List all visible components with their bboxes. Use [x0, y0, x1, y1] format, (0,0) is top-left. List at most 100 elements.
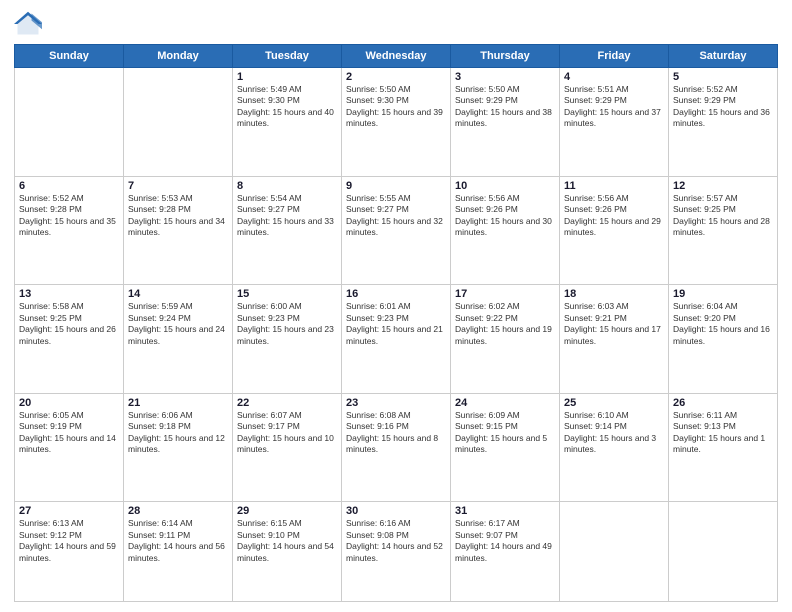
calendar-cell: 5Sunrise: 5:52 AMSunset: 9:29 PMDaylight…	[669, 68, 778, 177]
day-number: 23	[346, 397, 446, 409]
calendar-cell: 15Sunrise: 6:00 AMSunset: 9:23 PMDayligh…	[233, 285, 342, 394]
day-info: Sunrise: 5:49 AMSunset: 9:30 PMDaylight:…	[237, 84, 337, 130]
day-of-week-header: Friday	[560, 45, 669, 68]
calendar-week-row: 13Sunrise: 5:58 AMSunset: 9:25 PMDayligh…	[15, 285, 778, 394]
calendar-cell: 4Sunrise: 5:51 AMSunset: 9:29 PMDaylight…	[560, 68, 669, 177]
day-info: Sunrise: 5:56 AMSunset: 9:26 PMDaylight:…	[455, 193, 555, 239]
day-info: Sunrise: 5:57 AMSunset: 9:25 PMDaylight:…	[673, 193, 773, 239]
logo-icon	[14, 10, 42, 38]
day-info: Sunrise: 6:15 AMSunset: 9:10 PMDaylight:…	[237, 518, 337, 564]
day-info: Sunrise: 6:02 AMSunset: 9:22 PMDaylight:…	[455, 301, 555, 347]
day-info: Sunrise: 6:06 AMSunset: 9:18 PMDaylight:…	[128, 410, 228, 456]
calendar-cell: 31Sunrise: 6:17 AMSunset: 9:07 PMDayligh…	[451, 502, 560, 602]
day-number: 27	[19, 505, 119, 517]
calendar-cell: 14Sunrise: 5:59 AMSunset: 9:24 PMDayligh…	[124, 285, 233, 394]
day-info: Sunrise: 5:52 AMSunset: 9:28 PMDaylight:…	[19, 193, 119, 239]
calendar-cell: 18Sunrise: 6:03 AMSunset: 9:21 PMDayligh…	[560, 285, 669, 394]
day-number: 20	[19, 397, 119, 409]
calendar-cell	[124, 68, 233, 177]
calendar-cell: 11Sunrise: 5:56 AMSunset: 9:26 PMDayligh…	[560, 176, 669, 285]
day-info: Sunrise: 5:50 AMSunset: 9:29 PMDaylight:…	[455, 84, 555, 130]
day-of-week-header: Saturday	[669, 45, 778, 68]
calendar-cell: 21Sunrise: 6:06 AMSunset: 9:18 PMDayligh…	[124, 393, 233, 502]
calendar-cell: 7Sunrise: 5:53 AMSunset: 9:28 PMDaylight…	[124, 176, 233, 285]
day-number: 29	[237, 505, 337, 517]
day-info: Sunrise: 5:50 AMSunset: 9:30 PMDaylight:…	[346, 84, 446, 130]
day-number: 19	[673, 288, 773, 300]
day-info: Sunrise: 5:54 AMSunset: 9:27 PMDaylight:…	[237, 193, 337, 239]
day-number: 26	[673, 397, 773, 409]
day-number: 17	[455, 288, 555, 300]
day-number: 18	[564, 288, 664, 300]
day-info: Sunrise: 5:55 AMSunset: 9:27 PMDaylight:…	[346, 193, 446, 239]
day-number: 30	[346, 505, 446, 517]
calendar-cell: 20Sunrise: 6:05 AMSunset: 9:19 PMDayligh…	[15, 393, 124, 502]
day-number: 6	[19, 180, 119, 192]
day-number: 12	[673, 180, 773, 192]
day-number: 21	[128, 397, 228, 409]
calendar-week-row: 27Sunrise: 6:13 AMSunset: 9:12 PMDayligh…	[15, 502, 778, 602]
calendar-cell: 26Sunrise: 6:11 AMSunset: 9:13 PMDayligh…	[669, 393, 778, 502]
day-number: 5	[673, 71, 773, 83]
calendar-cell: 22Sunrise: 6:07 AMSunset: 9:17 PMDayligh…	[233, 393, 342, 502]
day-info: Sunrise: 5:51 AMSunset: 9:29 PMDaylight:…	[564, 84, 664, 130]
day-number: 3	[455, 71, 555, 83]
day-info: Sunrise: 6:08 AMSunset: 9:16 PMDaylight:…	[346, 410, 446, 456]
day-info: Sunrise: 6:01 AMSunset: 9:23 PMDaylight:…	[346, 301, 446, 347]
calendar-cell: 8Sunrise: 5:54 AMSunset: 9:27 PMDaylight…	[233, 176, 342, 285]
day-number: 14	[128, 288, 228, 300]
calendar-cell	[15, 68, 124, 177]
day-info: Sunrise: 5:53 AMSunset: 9:28 PMDaylight:…	[128, 193, 228, 239]
calendar-cell: 6Sunrise: 5:52 AMSunset: 9:28 PMDaylight…	[15, 176, 124, 285]
day-info: Sunrise: 5:58 AMSunset: 9:25 PMDaylight:…	[19, 301, 119, 347]
calendar-cell: 12Sunrise: 5:57 AMSunset: 9:25 PMDayligh…	[669, 176, 778, 285]
logo	[14, 10, 46, 38]
day-number: 11	[564, 180, 664, 192]
calendar-cell: 24Sunrise: 6:09 AMSunset: 9:15 PMDayligh…	[451, 393, 560, 502]
day-info: Sunrise: 5:56 AMSunset: 9:26 PMDaylight:…	[564, 193, 664, 239]
calendar-cell: 29Sunrise: 6:15 AMSunset: 9:10 PMDayligh…	[233, 502, 342, 602]
day-number: 7	[128, 180, 228, 192]
day-info: Sunrise: 5:52 AMSunset: 9:29 PMDaylight:…	[673, 84, 773, 130]
day-info: Sunrise: 6:10 AMSunset: 9:14 PMDaylight:…	[564, 410, 664, 456]
calendar-week-row: 6Sunrise: 5:52 AMSunset: 9:28 PMDaylight…	[15, 176, 778, 285]
day-info: Sunrise: 6:14 AMSunset: 9:11 PMDaylight:…	[128, 518, 228, 564]
calendar-cell	[560, 502, 669, 602]
calendar-cell: 3Sunrise: 5:50 AMSunset: 9:29 PMDaylight…	[451, 68, 560, 177]
day-info: Sunrise: 6:09 AMSunset: 9:15 PMDaylight:…	[455, 410, 555, 456]
day-info: Sunrise: 6:17 AMSunset: 9:07 PMDaylight:…	[455, 518, 555, 564]
calendar-cell: 28Sunrise: 6:14 AMSunset: 9:11 PMDayligh…	[124, 502, 233, 602]
page: SundayMondayTuesdayWednesdayThursdayFrid…	[0, 0, 792, 612]
calendar-cell: 19Sunrise: 6:04 AMSunset: 9:20 PMDayligh…	[669, 285, 778, 394]
calendar-table: SundayMondayTuesdayWednesdayThursdayFrid…	[14, 44, 778, 602]
day-of-week-header: Tuesday	[233, 45, 342, 68]
calendar-cell: 27Sunrise: 6:13 AMSunset: 9:12 PMDayligh…	[15, 502, 124, 602]
calendar-cell: 17Sunrise: 6:02 AMSunset: 9:22 PMDayligh…	[451, 285, 560, 394]
day-of-week-header: Monday	[124, 45, 233, 68]
day-number: 15	[237, 288, 337, 300]
day-of-week-header: Wednesday	[342, 45, 451, 68]
day-number: 13	[19, 288, 119, 300]
calendar-cell: 13Sunrise: 5:58 AMSunset: 9:25 PMDayligh…	[15, 285, 124, 394]
day-info: Sunrise: 6:16 AMSunset: 9:08 PMDaylight:…	[346, 518, 446, 564]
calendar-cell: 16Sunrise: 6:01 AMSunset: 9:23 PMDayligh…	[342, 285, 451, 394]
day-info: Sunrise: 6:05 AMSunset: 9:19 PMDaylight:…	[19, 410, 119, 456]
day-number: 9	[346, 180, 446, 192]
day-number: 8	[237, 180, 337, 192]
day-number: 24	[455, 397, 555, 409]
day-info: Sunrise: 6:04 AMSunset: 9:20 PMDaylight:…	[673, 301, 773, 347]
calendar-cell	[669, 502, 778, 602]
day-number: 1	[237, 71, 337, 83]
day-info: Sunrise: 6:07 AMSunset: 9:17 PMDaylight:…	[237, 410, 337, 456]
day-info: Sunrise: 6:03 AMSunset: 9:21 PMDaylight:…	[564, 301, 664, 347]
calendar-cell: 23Sunrise: 6:08 AMSunset: 9:16 PMDayligh…	[342, 393, 451, 502]
calendar-cell: 10Sunrise: 5:56 AMSunset: 9:26 PMDayligh…	[451, 176, 560, 285]
day-info: Sunrise: 6:13 AMSunset: 9:12 PMDaylight:…	[19, 518, 119, 564]
calendar-cell: 30Sunrise: 6:16 AMSunset: 9:08 PMDayligh…	[342, 502, 451, 602]
calendar-cell: 1Sunrise: 5:49 AMSunset: 9:30 PMDaylight…	[233, 68, 342, 177]
day-number: 28	[128, 505, 228, 517]
day-number: 2	[346, 71, 446, 83]
calendar-week-row: 1Sunrise: 5:49 AMSunset: 9:30 PMDaylight…	[15, 68, 778, 177]
header	[14, 10, 778, 38]
day-info: Sunrise: 6:11 AMSunset: 9:13 PMDaylight:…	[673, 410, 773, 456]
